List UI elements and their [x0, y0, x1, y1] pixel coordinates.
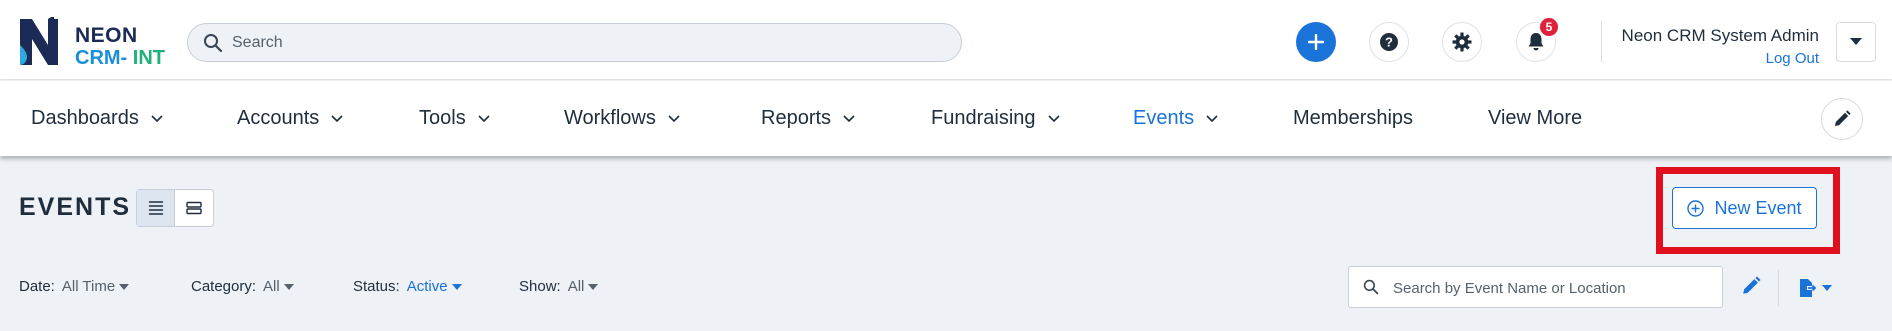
- view-toggle: [136, 189, 214, 227]
- chevron-down-icon: [668, 114, 680, 123]
- filter-status-label: Status:: [353, 278, 400, 295]
- filter-date-value: All Time: [61, 278, 116, 295]
- logout-link[interactable]: Log Out: [1766, 50, 1819, 67]
- caret-down-icon: [119, 283, 130, 290]
- toolbar-divider: [1778, 270, 1779, 306]
- nav-item-workflows[interactable]: Workflows: [564, 107, 680, 130]
- list-view-icon: [148, 201, 163, 215]
- logo-icon: [20, 17, 58, 65]
- filter-date-label: Date:: [19, 278, 55, 295]
- nav-item-accounts[interactable]: Accounts: [237, 107, 343, 130]
- caret-down-icon: [588, 283, 599, 290]
- nav-item-events[interactable]: Events: [1133, 107, 1218, 130]
- filter-show-value: All: [567, 278, 585, 295]
- chevron-down-icon: [151, 114, 163, 123]
- settings-button[interactable]: [1442, 22, 1482, 62]
- nav-item-label: Events: [1133, 107, 1195, 129]
- quick-add-button[interactable]: [1296, 22, 1336, 62]
- filter-show[interactable]: Show: All: [519, 278, 599, 295]
- filter-status-value: Active: [406, 278, 448, 295]
- card-view-button[interactable]: [175, 190, 213, 226]
- brand-sep-text: -: [120, 47, 133, 69]
- event-search-input[interactable]: [1393, 278, 1713, 298]
- nav-item-tools[interactable]: Tools: [419, 107, 490, 130]
- svg-text:?: ?: [1385, 35, 1393, 50]
- edit-nav-button[interactable]: [1821, 98, 1863, 140]
- filter-status[interactable]: Status: Active: [353, 278, 462, 295]
- brand-env-text: INT: [132, 47, 165, 69]
- nav-item-view-more[interactable]: View More: [1488, 107, 1582, 130]
- filter-date[interactable]: Date: All Time: [19, 278, 130, 295]
- help-button[interactable]: ?: [1369, 22, 1409, 62]
- nav-item-label: Workflows: [564, 107, 656, 129]
- search-icon: [203, 33, 223, 58]
- pencil-icon: [1743, 276, 1761, 294]
- nav-item-label: Fundraising: [931, 107, 1036, 129]
- nav-item-label: Tools: [419, 107, 466, 129]
- nav-item-label: Memberships: [1293, 107, 1414, 129]
- card-view-icon: [186, 201, 202, 215]
- plus-icon: [1308, 34, 1324, 50]
- filter-show-label: Show:: [519, 278, 561, 295]
- help-icon: ?: [1380, 33, 1398, 51]
- nav-item-reports[interactable]: Reports: [761, 107, 855, 130]
- brand-name-top: NEON: [75, 24, 138, 47]
- edit-list-button[interactable]: [1741, 276, 1761, 301]
- chevron-down-icon: [331, 114, 343, 123]
- global-search-input[interactable]: [232, 32, 932, 54]
- gear-icon: [1452, 32, 1472, 52]
- export-button[interactable]: [1798, 278, 1832, 298]
- notification-count-badge: 5: [1538, 16, 1560, 38]
- export-icon: [1800, 279, 1817, 297]
- new-event-label: New Event: [1714, 197, 1802, 218]
- nav-item-label: Reports: [761, 107, 832, 129]
- chevron-down-icon: [843, 114, 855, 123]
- nav-item-memberships[interactable]: Memberships: [1293, 107, 1413, 130]
- filter-category-label: Category:: [191, 278, 257, 295]
- brand-logo[interactable]: NEON CRM- INT: [18, 17, 178, 70]
- page-title: EVENTS: [19, 193, 132, 221]
- main-nav: Dashboards Accounts Tools Workflows Repo…: [0, 81, 1892, 156]
- chevron-down-icon: [478, 114, 490, 123]
- event-search[interactable]: [1348, 266, 1723, 308]
- nav-item-label: View More: [1488, 107, 1583, 129]
- caret-down-icon: [283, 283, 294, 290]
- caret-down-icon: [1850, 38, 1862, 45]
- global-search[interactable]: [187, 23, 962, 62]
- brand-name-bottom: CRM- INT: [75, 47, 165, 70]
- filter-category[interactable]: Category: All: [191, 278, 294, 295]
- pencil-icon: [1835, 110, 1851, 126]
- filter-category-value: All: [263, 278, 280, 295]
- header-divider: [1601, 22, 1602, 62]
- nav-item-dashboards[interactable]: Dashboards: [31, 107, 163, 130]
- new-event-button[interactable]: New Event: [1672, 187, 1817, 229]
- chevron-down-icon: [1047, 114, 1060, 123]
- caret-down-icon: [1822, 285, 1832, 291]
- nav-item-label: Accounts: [237, 107, 320, 129]
- nav-item-fundraising[interactable]: Fundraising: [931, 107, 1060, 130]
- user-name: Neon CRM System Admin: [1621, 26, 1819, 45]
- list-view-button[interactable]: [137, 190, 176, 226]
- nav-item-label: Dashboards: [31, 107, 139, 129]
- brand-crm-text: CRM: [75, 47, 121, 69]
- user-menu-button[interactable]: [1836, 22, 1876, 62]
- search-icon: [1363, 279, 1379, 300]
- plus-circle-icon: [1687, 199, 1705, 217]
- caret-down-icon: [451, 283, 462, 290]
- top-header: NEON CRM- INT ? 5 Neon CRM System Admin …: [0, 0, 1892, 80]
- chevron-down-icon: [1206, 114, 1218, 123]
